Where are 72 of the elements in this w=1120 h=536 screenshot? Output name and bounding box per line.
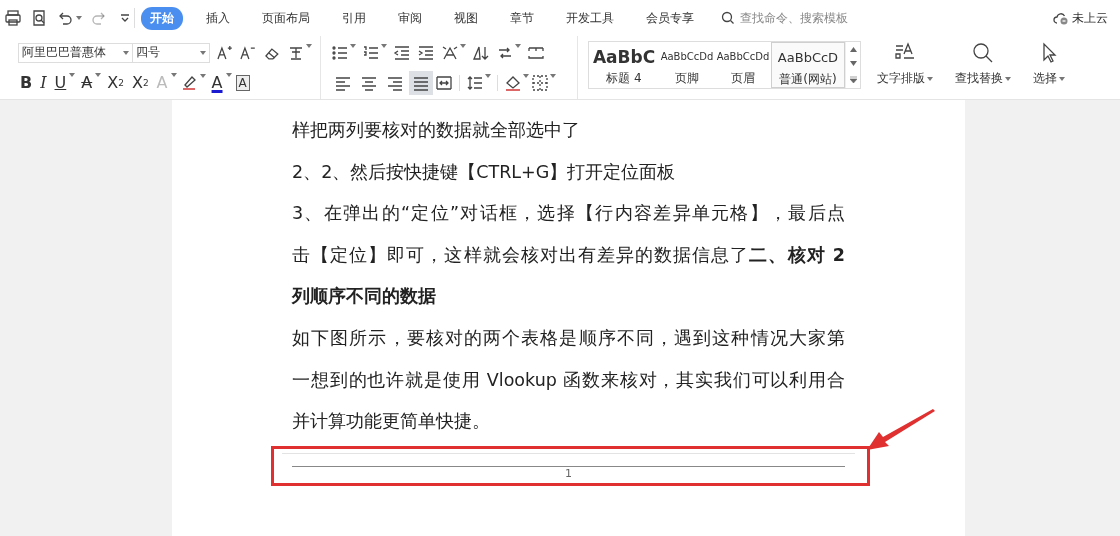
caret-icon[interactable] <box>170 72 177 77</box>
grow-font-icon[interactable] <box>215 43 234 62</box>
expand-icon[interactable] <box>849 76 857 84</box>
ribbon-tab[interactable]: 审阅 <box>389 6 431 30</box>
caret-icon[interactable] <box>515 43 521 48</box>
caret-icon[interactable] <box>523 73 529 78</box>
caret-icon[interactable] <box>927 76 933 81</box>
caret-icon[interactable] <box>550 73 556 78</box>
text-line: 击【定位】即可，这样就会核对出有差异的数据信息了二、核对 2 <box>292 243 845 267</box>
style-preset[interactable]: AaBbCcDd 页眉 <box>715 42 771 88</box>
ribbon-tool-button[interactable]: 查找替换 <box>949 36 1017 99</box>
cloud-icon[interactable] <box>1052 10 1068 26</box>
font-style-button[interactable]: A <box>209 72 225 93</box>
annotation-arrow <box>867 408 937 453</box>
caret-icon[interactable] <box>95 72 102 77</box>
font-style-button[interactable]: A <box>235 74 250 91</box>
font-style-button[interactable]: A <box>79 72 95 93</box>
cloud-status[interactable]: 未上云 <box>1072 9 1108 27</box>
font-size: 四号 <box>135 44 160 61</box>
font-style-button[interactable]: I <box>38 72 49 93</box>
caret-icon[interactable] <box>460 43 466 48</box>
ribbon-tab[interactable]: 会员专享 <box>637 6 703 30</box>
print-icon[interactable] <box>4 9 22 27</box>
ribbon-tab[interactable]: 引用 <box>333 6 375 30</box>
justify-icon[interactable] <box>409 70 433 95</box>
font-style-button[interactable]: B <box>18 72 35 93</box>
caret-icon[interactable] <box>1059 76 1065 81</box>
numbered-list-icon[interactable] <box>362 43 380 62</box>
page-number: 1 <box>565 466 572 480</box>
increase-indent-icon[interactable] <box>417 43 435 62</box>
search-icon[interactable] <box>721 11 735 25</box>
caret-icon[interactable] <box>485 73 491 78</box>
style-preset[interactable]: AaBbC 标题 4 <box>589 42 659 88</box>
borders-icon[interactable] <box>531 73 549 92</box>
font-style-button[interactable]: U <box>52 72 69 93</box>
ribbon-tab[interactable]: 页面布局 <box>253 6 319 30</box>
distribute-icon[interactable] <box>435 73 453 92</box>
ribbon-tab[interactable]: 视图 <box>445 6 487 30</box>
caret-icon[interactable] <box>306 43 312 48</box>
print-preview-icon[interactable] <box>30 9 48 27</box>
scroll-down-icon[interactable] <box>849 61 857 67</box>
font-style-button[interactable]: X$^{2}$ <box>105 72 126 93</box>
style-preset[interactable]: AaBbCcD 普通(网站) <box>771 42 845 88</box>
text-line: 3、在弹出的“定位”对话框，选择【行内容差异单元格】，最后点 <box>292 202 845 226</box>
ribbon-tab[interactable]: 开发工具 <box>557 6 623 30</box>
text-line: 2、2、然后按快捷键【CTRL+G】打开定位面板 <box>292 160 677 184</box>
caret-icon[interactable] <box>199 73 206 78</box>
decrease-indent-icon[interactable] <box>393 43 411 62</box>
caret-icon[interactable] <box>1005 76 1011 81</box>
font-size-dropdown[interactable]: 四号 <box>131 42 210 63</box>
caret-icon[interactable] <box>76 16 82 20</box>
text-line: 列顺序不同的数据 <box>292 285 437 309</box>
caret-icon[interactable] <box>122 50 129 55</box>
search-field[interactable]: 查找命令、搜索模板 <box>721 10 882 26</box>
ribbon-tab[interactable]: 章节 <box>501 6 543 30</box>
text-line: 一想到的也许就是使用 Vlookup 函数来核对，其实我们可以利用合 <box>292 368 845 392</box>
caret-icon[interactable] <box>69 72 76 77</box>
font-name-dropdown[interactable]: 阿里巴巴普惠体 <box>18 42 133 63</box>
text-line: 如下图所示，要核对的两个表格是顺序不同，遇到这种情况大家第 <box>292 326 845 350</box>
ribbon-tool-button[interactable]: 选择 <box>1027 36 1071 99</box>
font-name: 阿里巴巴普惠体 <box>22 44 106 61</box>
caret-icon[interactable] <box>381 43 387 48</box>
search-icon[interactable] <box>972 42 994 64</box>
style-preset[interactable]: AaBbCcDd 页脚 <box>659 42 715 88</box>
text-line: 样把两列要核对的数据就全部选中了 <box>292 119 581 142</box>
ribbon-tool-button[interactable]: 文字排版 <box>871 36 939 99</box>
text-line: 并计算功能更简单快捷。 <box>292 410 491 434</box>
caret-icon[interactable] <box>199 50 206 55</box>
caret-icon[interactable] <box>350 43 356 48</box>
caret-icon[interactable] <box>225 72 232 77</box>
scroll-up-icon[interactable] <box>849 46 857 52</box>
ribbon-tab[interactable]: 插入 <box>197 6 239 30</box>
